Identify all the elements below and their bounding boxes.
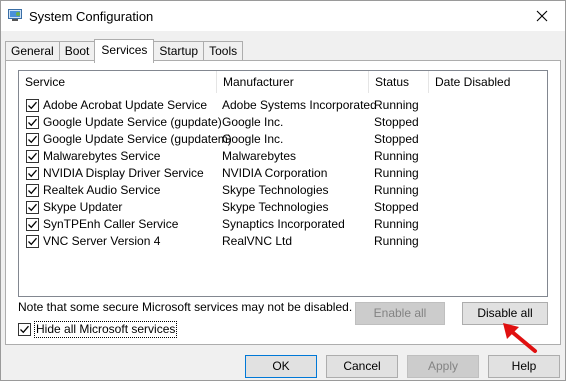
enable-all-button[interactable]: Enable all (355, 302, 445, 325)
apply-button[interactable]: Apply (407, 355, 479, 378)
service-checkbox[interactable] (26, 184, 39, 197)
service-name-cell: SynTPEnh Caller Service (43, 217, 179, 231)
service-name-cell: Malwarebytes Service (43, 149, 161, 163)
status-cell: Running (374, 183, 419, 197)
service-checkbox[interactable] (26, 116, 39, 129)
service-checkbox[interactable] (26, 201, 39, 214)
table-row[interactable]: SynTPEnh Caller Service Synaptics Incorpo… (19, 216, 547, 233)
checkmark-icon (28, 237, 37, 246)
checkmark-icon (28, 203, 37, 212)
table-row[interactable]: NVIDIA Display Driver Service NVIDIA Corp… (19, 165, 547, 182)
help-button[interactable]: Help (488, 355, 560, 378)
tab-general[interactable]: General (5, 41, 60, 62)
services-panel: Service Manufacturer Status Date Disable… (5, 60, 561, 345)
services-rows: Adobe Acrobat Update Service Adobe System… (19, 97, 547, 250)
red-arrow-icon (503, 323, 537, 353)
list-header: Service Manufacturer Status Date Disable… (19, 71, 547, 93)
msconfig-app-icon (8, 9, 22, 21)
table-row[interactable]: VNC Server Version 4 RealVNC Ltd Running (19, 233, 547, 250)
service-checkbox[interactable] (26, 150, 39, 163)
status-cell: Stopped (374, 132, 419, 146)
close-icon (536, 10, 548, 22)
title-bar[interactable]: System Configuration (1, 1, 565, 31)
manufacturer-cell: Adobe Systems Incorporated (222, 98, 377, 112)
status-cell: Running (374, 149, 419, 163)
service-checkbox[interactable] (26, 133, 39, 146)
service-checkbox[interactable] (26, 99, 39, 112)
service-name-cell: Google Update Service (gupdate) (43, 115, 222, 129)
column-header-service[interactable]: Service (19, 71, 217, 93)
table-row[interactable]: Adobe Acrobat Update Service Adobe System… (19, 97, 547, 114)
manufacturer-cell: RealVNC Ltd (222, 234, 293, 248)
tab-strip: General Boot Services Startup Tools (5, 39, 244, 63)
checkmark-icon (28, 118, 37, 127)
service-name-cell: Adobe Acrobat Update Service (43, 98, 208, 112)
table-row[interactable]: Google Update Service (gupdate) Google In… (19, 114, 547, 131)
table-row[interactable]: Realtek Audio Service Skype Technologies R… (19, 182, 547, 199)
window-title: System Configuration (29, 9, 154, 24)
checkmark-icon (28, 135, 37, 144)
manufacturer-cell: Malwarebytes (222, 149, 297, 163)
ok-button[interactable]: OK (245, 355, 317, 378)
manufacturer-cell: Google Inc. (222, 132, 284, 146)
checkmark-icon (20, 325, 29, 334)
system-configuration-window: System Configuration General Boot Servic… (0, 0, 566, 381)
status-cell: Running (374, 217, 419, 231)
checkmark-icon (28, 101, 37, 110)
services-list[interactable]: Service Manufacturer Status Date Disable… (18, 70, 548, 297)
tab-boot[interactable]: Boot (58, 41, 96, 62)
manufacturer-cell: Google Inc. (222, 115, 284, 129)
status-cell: Running (374, 234, 419, 248)
checkmark-icon (28, 186, 37, 195)
checkmark-icon (28, 169, 37, 178)
service-checkbox[interactable] (26, 167, 39, 180)
status-cell: Running (374, 98, 419, 112)
table-row[interactable]: Skype Updater Skype Technologies Stopped (19, 199, 547, 216)
status-cell: Stopped (374, 115, 419, 129)
tab-services[interactable]: Services (94, 39, 155, 63)
checkmark-icon (28, 152, 37, 161)
close-button[interactable] (519, 1, 565, 31)
checkmark-icon (28, 220, 37, 229)
status-cell: Running (374, 166, 419, 180)
manufacturer-cell: Skype Technologies (222, 200, 329, 214)
service-name-cell: NVIDIA Display Driver Service (43, 166, 204, 180)
status-cell: Stopped (374, 200, 419, 214)
cancel-button[interactable]: Cancel (326, 355, 398, 378)
manufacturer-cell: NVIDIA Corporation (222, 166, 328, 180)
column-header-date-disabled[interactable]: Date Disabled (429, 71, 547, 93)
hide-microsoft-services-checkbox[interactable] (18, 323, 31, 336)
service-name-cell: VNC Server Version 4 (43, 234, 161, 248)
service-checkbox[interactable] (26, 235, 39, 248)
table-row[interactable]: Malwarebytes Service Malwarebytes Running (19, 148, 547, 165)
tab-tools[interactable]: Tools (203, 41, 244, 62)
manufacturer-cell: Skype Technologies (222, 183, 329, 197)
manufacturer-cell: Synaptics Incorporated (222, 217, 345, 231)
service-name-cell: Skype Updater (43, 200, 123, 214)
service-name-cell: Google Update Service (gupdatem) (43, 132, 232, 146)
tab-startup[interactable]: Startup (153, 41, 205, 62)
column-header-manufacturer[interactable]: Manufacturer (217, 71, 369, 93)
column-header-status[interactable]: Status (369, 71, 429, 93)
hide-microsoft-services-label[interactable]: Hide all Microsoft services (34, 321, 178, 338)
table-row[interactable]: Google Update Service (gupdatem) Google I… (19, 131, 547, 148)
service-name-cell: Realtek Audio Service (43, 183, 161, 197)
service-checkbox[interactable] (26, 218, 39, 231)
secure-services-note: Note that some secure Microsoft services… (18, 300, 353, 314)
